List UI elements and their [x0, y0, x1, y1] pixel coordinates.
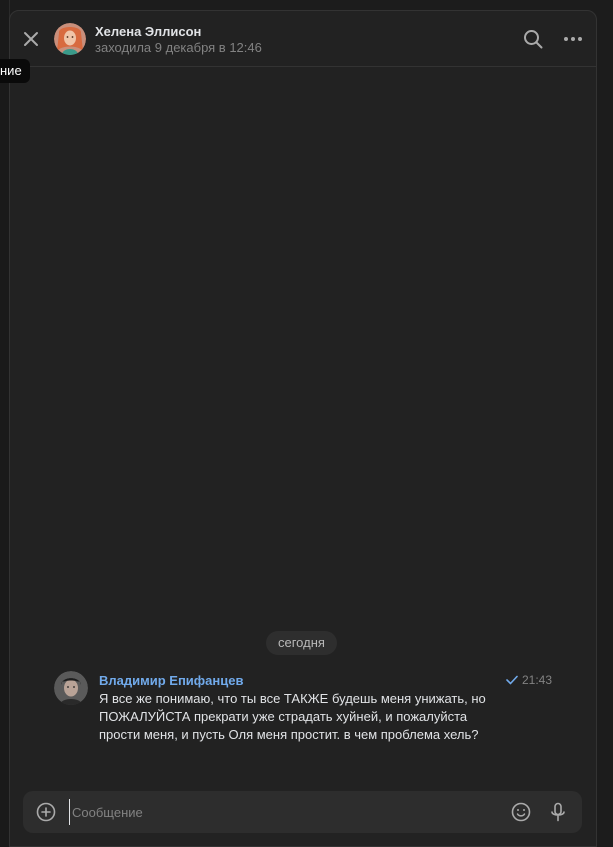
chat-panel: Хелена Эллисон заходила 9 декабря в 12:4…: [9, 10, 597, 847]
message-composer: [23, 791, 582, 833]
contact-name[interactable]: Хелена Эллисон: [95, 24, 201, 39]
tooltip: ние: [0, 59, 30, 83]
message-input[interactable]: [69, 799, 492, 825]
avatar-image: [54, 23, 86, 55]
chat-header: Хелена Эллисон заходила 9 декабря в 12:4…: [10, 11, 596, 67]
contact-status: заходила 9 декабря в 12:46: [95, 40, 262, 55]
avatar-image: [54, 671, 88, 705]
emoji-button[interactable]: [510, 801, 532, 823]
contact-avatar[interactable]: [54, 23, 86, 55]
close-button[interactable]: [20, 28, 42, 50]
plus-circle-icon: [36, 802, 56, 822]
more-button[interactable]: [562, 28, 584, 50]
search-icon: [524, 30, 543, 49]
search-button[interactable]: [522, 28, 544, 50]
checkmark-icon: [506, 675, 518, 685]
message-author[interactable]: Владимир Епифанцев: [99, 673, 243, 688]
voice-message-button[interactable]: [547, 801, 569, 823]
date-separator: сегодня: [266, 631, 337, 655]
close-icon: [24, 32, 38, 46]
message-text: Я все же понимаю, что ты все ТАКЖЕ будеш…: [99, 691, 486, 742]
microphone-icon: [551, 802, 565, 822]
tooltip-text: ние: [0, 63, 22, 78]
message-time: 21:43: [522, 673, 553, 687]
more-horizontal-icon: [564, 37, 582, 41]
message-meta: 21:43: [506, 673, 552, 687]
author-avatar[interactable]: [54, 671, 88, 705]
attach-button[interactable]: [35, 801, 57, 823]
emoji-icon: [511, 802, 531, 822]
